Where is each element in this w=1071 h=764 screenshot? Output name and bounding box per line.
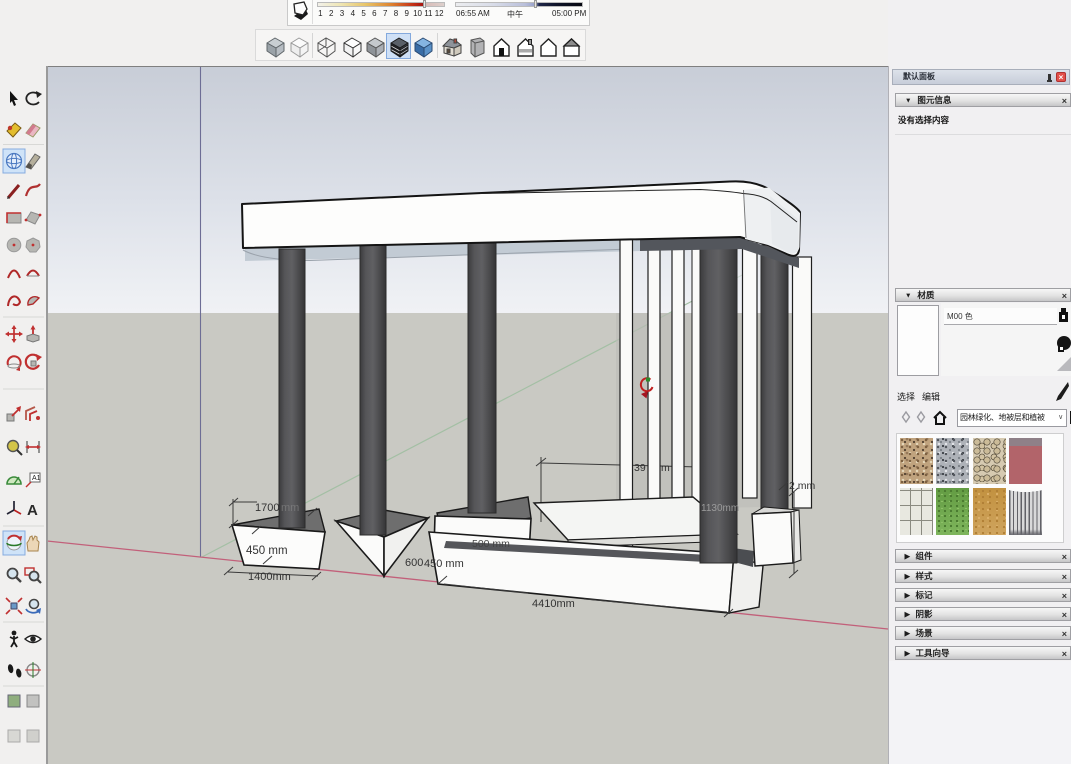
svg-text:1700: 1700 — [255, 502, 279, 514]
svg-text:600: 600 — [405, 557, 423, 569]
svg-text:39: 39 — [634, 462, 646, 474]
svg-text:4410mm: 4410mm — [532, 598, 575, 610]
svg-text:450 mm: 450 mm — [246, 545, 288, 557]
svg-text:1400mm: 1400mm — [248, 571, 291, 583]
svg-text:450 mm: 450 mm — [424, 558, 464, 570]
svg-text:1130mm: 1130mm — [701, 503, 739, 514]
svg-text:mm: mm — [281, 502, 299, 514]
svg-text:2 mm: 2 mm — [789, 480, 816, 492]
svg-text:m: m — [661, 462, 670, 474]
svg-text:A1: A1 — [32, 475, 41, 482]
svg-text:A: A — [27, 502, 38, 519]
svg-text:500 mm: 500 mm — [472, 538, 510, 550]
